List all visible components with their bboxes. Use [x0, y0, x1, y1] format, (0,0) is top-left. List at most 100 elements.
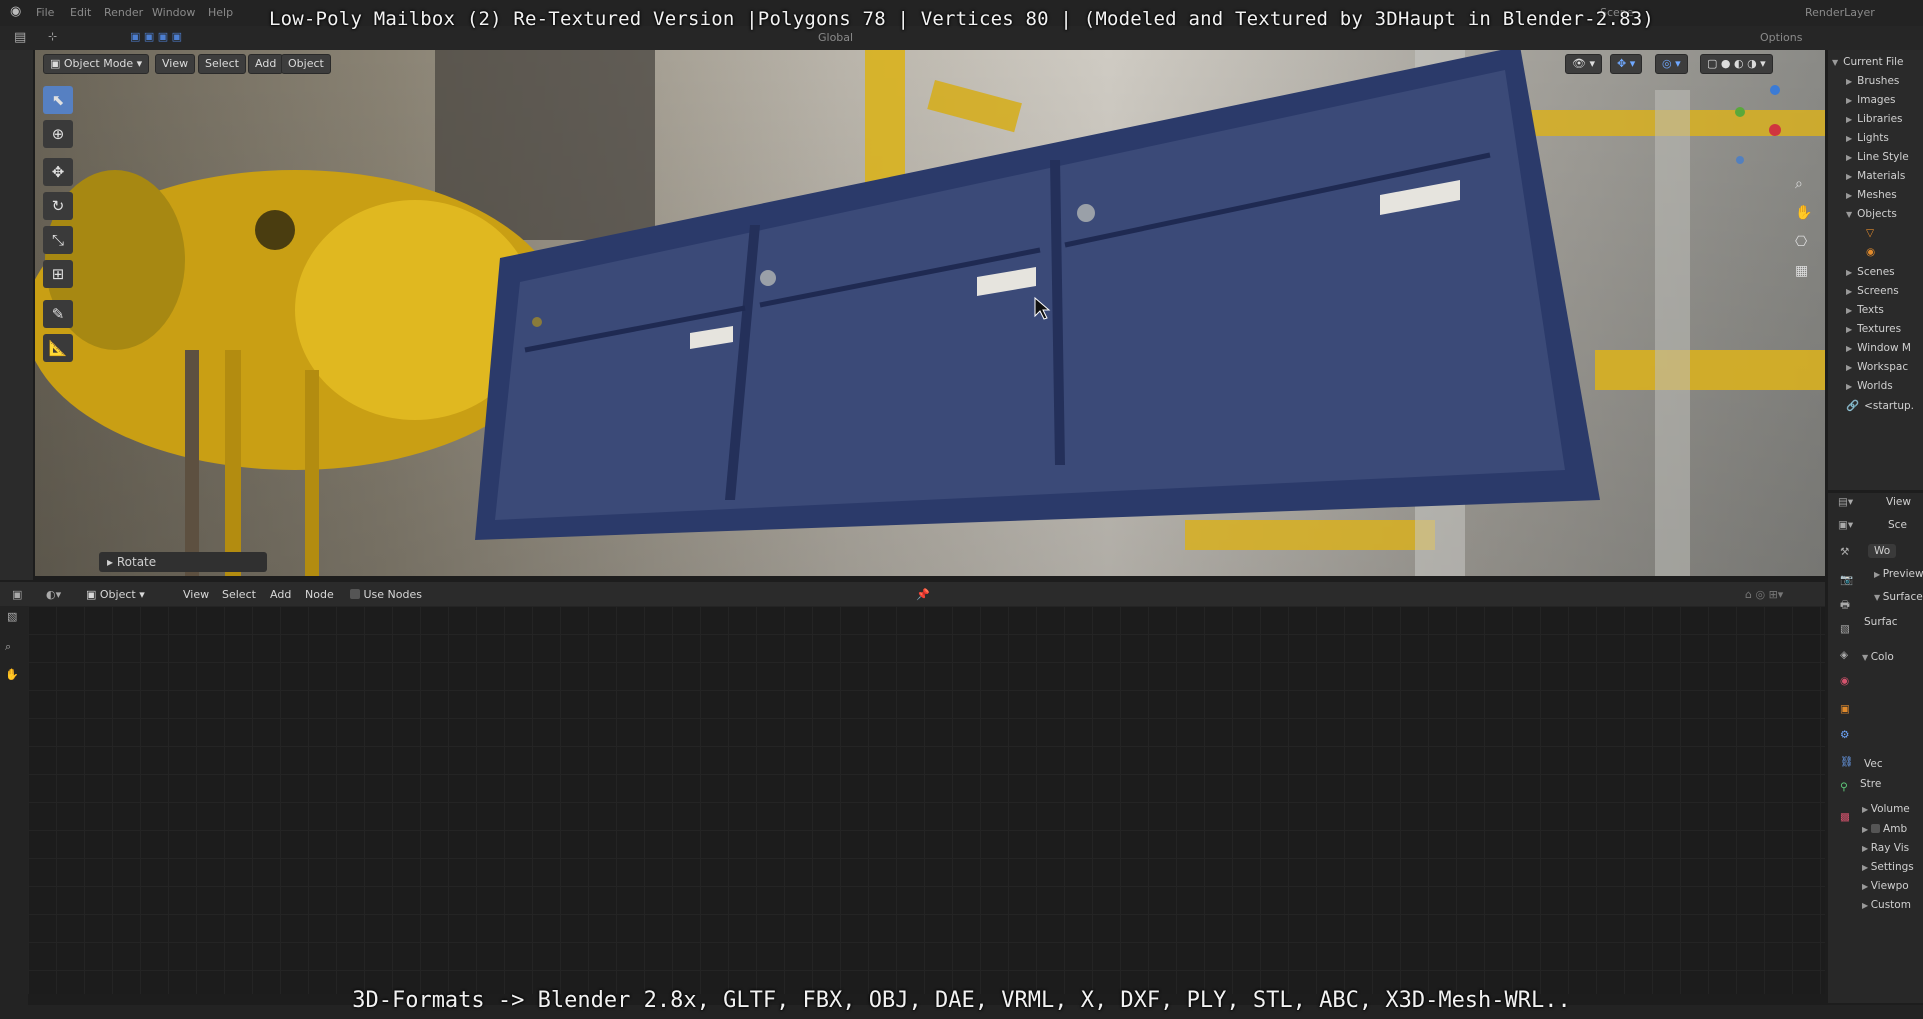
transform-orientation[interactable]: Global — [818, 31, 853, 44]
cursor-tool-icon[interactable]: ⊕ — [43, 120, 73, 148]
use-nodes-checkbox[interactable]: Use Nodes — [350, 588, 422, 601]
outliner-item-meshes[interactable]: ▶ Meshes — [1846, 189, 1897, 201]
outliner-item-window-managers[interactable]: ▶ Window M — [1846, 342, 1911, 354]
move-tool-icon[interactable]: ✥ — [43, 158, 73, 186]
yellow-pipe-bottom — [1185, 520, 1435, 550]
preview-section[interactable]: ▶ Preview — [1874, 568, 1923, 580]
yellow-pipe-vertical — [865, 50, 905, 190]
properties-type-icon[interactable]: ▣▾ — [1838, 519, 1853, 531]
node-add-menu[interactable]: Add — [270, 588, 291, 601]
constraint-props-icon[interactable]: ⛓ — [1840, 755, 1853, 768]
object-icon: ▣ — [86, 588, 100, 601]
node-view-menu[interactable]: View — [183, 588, 209, 601]
object-menu[interactable]: Object — [281, 54, 331, 74]
zoom-icon[interactable]: ⌕ — [1795, 170, 1812, 199]
outliner-item-libraries[interactable]: ▶ Libraries — [1846, 113, 1903, 125]
select-mode-icons[interactable]: ▣ ▣ ▣ ▣ — [130, 30, 182, 43]
node-editor-type-icon[interactable]: ▣ — [12, 588, 22, 601]
annotate-tool-icon[interactable]: ✎ — [43, 300, 73, 328]
expand-arrow-icon: ▸ — [107, 555, 117, 569]
gizmo-y-axis[interactable] — [1735, 107, 1745, 117]
measure-tool-icon[interactable]: 📐 — [43, 334, 73, 362]
outliner-root[interactable]: ▼ Current File — [1832, 56, 1904, 68]
rust-rail — [185, 350, 199, 576]
view-menu[interactable]: View — [155, 54, 196, 74]
outliner-item-screens[interactable]: ▶ Screens — [1846, 285, 1899, 297]
pin-icon[interactable]: 📌 — [916, 588, 930, 601]
gizmo-z-axis[interactable] — [1770, 85, 1780, 95]
outliner-item-scenes[interactable]: ▶ Scenes — [1846, 266, 1895, 278]
color-field[interactable]: ▼ Colo — [1862, 651, 1894, 663]
view-layer-icon[interactable]: ▧ — [1840, 623, 1850, 635]
gizmo-neg-z[interactable] — [1736, 156, 1744, 164]
outliner-item-texts[interactable]: ▶ Texts — [1846, 304, 1884, 316]
yellow-support-leg-2 — [305, 370, 319, 576]
node-menu[interactable]: Node — [305, 588, 334, 601]
transform-tool-icon[interactable]: ⊞ — [43, 260, 73, 288]
node-header-right-icons[interactable]: ⌂ ◎ ⊞▾ — [1745, 588, 1783, 601]
texture-props-icon[interactable]: ▩ — [1840, 811, 1850, 823]
options-dropdown[interactable]: Options — [1760, 31, 1802, 44]
tool-props-icon[interactable]: ⚒ — [1840, 546, 1849, 558]
editor-type-icon[interactable]: ▤ — [14, 30, 26, 45]
node-object-dropdown[interactable]: ▣ Object ▾ — [86, 588, 145, 601]
visibility-icon[interactable]: 👁 ▾ — [1565, 54, 1602, 74]
select-box-tool-icon[interactable]: ⬉ — [43, 86, 73, 114]
overlay-toggle-icon[interactable]: ◎ ▾ — [1655, 54, 1688, 74]
scale-tool-icon[interactable]: ⤡ — [43, 226, 73, 254]
shading-mode-icons[interactable]: ▢ ● ◐ ◑ ▾ — [1700, 54, 1773, 74]
outliner-item-startup[interactable]: 🔗 <startup. — [1846, 399, 1914, 412]
object-mode-dropdown[interactable]: ▣ Object Mode ▾ — [43, 54, 150, 74]
outliner-item-lights[interactable]: ▶ Lights — [1846, 132, 1889, 144]
shader-type-icon[interactable]: ◐▾ — [46, 588, 61, 601]
world-datablock-field[interactable]: Wo — [1868, 544, 1897, 558]
mailbox-body — [495, 70, 1565, 520]
scene-tab[interactable]: Sce — [1888, 519, 1907, 531]
node-image-icon[interactable]: ▧ — [7, 610, 17, 623]
outliner-item-workspaces[interactable]: ▶ Workspac — [1846, 361, 1908, 373]
mesh-object-icon[interactable]: ◉ — [1866, 246, 1875, 258]
world-props-icon[interactable]: ◉ — [1840, 675, 1849, 687]
ambient-occlusion-section[interactable]: ▶ Amb — [1862, 823, 1907, 835]
scene-props-icon[interactable]: ◈ — [1840, 649, 1848, 661]
outliner-item-materials[interactable]: ▶ Materials — [1846, 170, 1905, 182]
node-select-menu[interactable]: Select — [222, 588, 256, 601]
outliner-item-worlds[interactable]: ▶ Worlds — [1846, 380, 1893, 392]
add-menu[interactable]: Add — [248, 54, 284, 74]
pan-hand-icon[interactable]: ✋ — [1795, 199, 1812, 228]
select-menu[interactable]: Select — [198, 54, 246, 74]
node-zoom-icon[interactable]: ⌕ — [5, 640, 11, 654]
3d-viewport[interactable]: ▣ Object Mode ▾ View Select Add Object 👁… — [35, 50, 1825, 576]
node-editor-toolbar: ▧ ⌕ ✋ — [0, 606, 28, 1006]
ortho-grid-icon[interactable]: ▦ — [1795, 257, 1812, 286]
data-props-icon[interactable]: ⚲ — [1840, 781, 1848, 793]
camera-object-icon[interactable]: ▽ — [1866, 227, 1874, 239]
gizmo-toggle-icon[interactable]: ✥ ▾ — [1610, 54, 1643, 74]
node-hand-icon[interactable]: ✋ — [5, 668, 19, 681]
outliner-item-objects[interactable]: ▼ Objects — [1846, 208, 1897, 220]
custom-properties-section[interactable]: ▶ Custom — [1862, 899, 1911, 911]
render-props-icon[interactable]: 📷 — [1840, 573, 1853, 586]
last-operator-panel[interactable]: ▸ Rotate — [99, 552, 267, 572]
object-props-icon[interactable]: ▣ — [1840, 703, 1850, 715]
settings-section[interactable]: ▶ Settings — [1862, 861, 1914, 873]
gizmo-x-axis[interactable] — [1769, 124, 1781, 136]
outliner-item-textures[interactable]: ▶ Textures — [1846, 323, 1901, 335]
outliner-item-line-style[interactable]: ▶ Line Style — [1846, 151, 1909, 163]
modifier-props-icon[interactable]: ⚙ — [1840, 729, 1849, 741]
tool-icon[interactable]: ⊹ — [48, 30, 57, 43]
ray-visibility-section[interactable]: ▶ Ray Vis — [1862, 842, 1909, 854]
surface-section[interactable]: ▼ Surface — [1874, 591, 1923, 603]
lock-3 — [532, 317, 542, 327]
camera-view-icon[interactable]: ⎔ — [1795, 228, 1812, 257]
outliner-item-images[interactable]: ▶ Images — [1846, 94, 1896, 106]
properties-editor-icon[interactable]: ▤▾ — [1838, 496, 1853, 508]
yellow-support-leg — [225, 350, 241, 576]
rotate-tool-icon[interactable]: ↻ — [43, 192, 73, 220]
viewport-display-section[interactable]: ▶ Viewpo — [1862, 880, 1909, 892]
volume-section[interactable]: ▶ Volume — [1862, 803, 1910, 815]
outliner-item-brushes[interactable]: ▶ Brushes — [1846, 75, 1899, 87]
left-side-panel — [0, 50, 33, 580]
output-props-icon[interactable]: 🖶 — [1840, 597, 1850, 615]
node-editor-canvas[interactable] — [28, 606, 1825, 994]
